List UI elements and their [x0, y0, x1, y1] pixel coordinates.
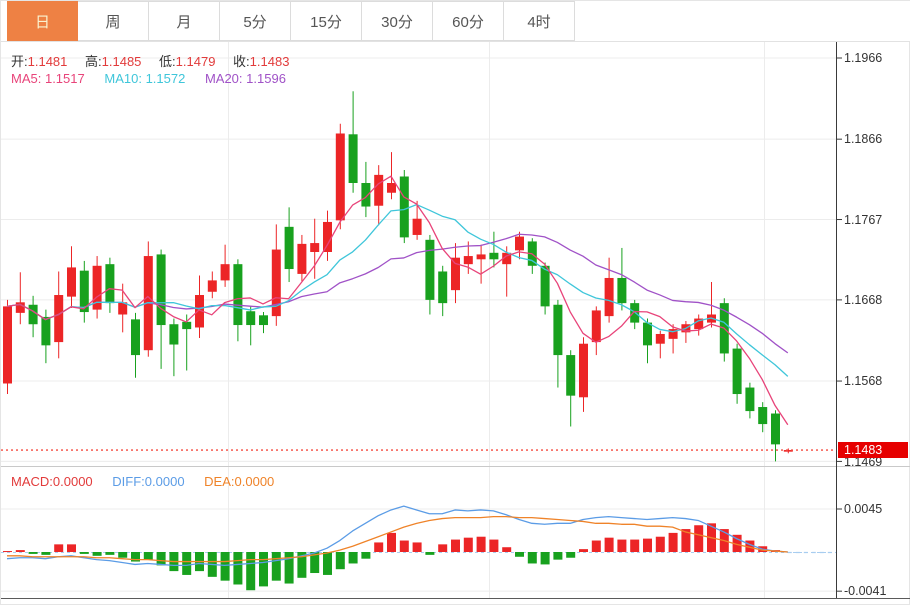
timeframe-toolbar: 日周月5分15分30分60分4时	[1, 1, 910, 42]
candlestick-chart-canvas[interactable]	[1, 1, 910, 606]
tab-5min[interactable]: 5分	[220, 1, 291, 41]
tab-4hour[interactable]: 4时	[504, 1, 575, 41]
low-value: 1.1479	[176, 54, 216, 69]
y-axis-label: 1.1568	[844, 374, 882, 388]
close-label: 收:	[233, 54, 250, 69]
ohlc-legend: 开:1.1481 高:1.1485 低:1.1479 收:1.1483	[11, 51, 303, 70]
open-value: 1.1481	[28, 54, 68, 69]
dea-value: DEA:0.0000	[204, 474, 274, 489]
macd-legend: MACD:0.0000 DIFF:0.0000 DEA:0.0000	[11, 474, 274, 489]
tab-week[interactable]: 周	[78, 1, 149, 41]
tab-30min[interactable]: 30分	[362, 1, 433, 41]
ma10-legend: MA10: 1.1572	[104, 71, 185, 86]
tab-day[interactable]: 日	[7, 1, 78, 41]
high-label: 高:	[85, 54, 102, 69]
close-value: 1.1483	[250, 54, 290, 69]
macd-y-axis-label: -0.0041	[844, 584, 886, 598]
macd-y-axis-label: 0.0045	[844, 502, 882, 516]
high-value: 1.1485	[102, 54, 142, 69]
open-label: 开:	[11, 54, 28, 69]
ma20-legend: MA20: 1.1596	[205, 71, 286, 86]
y-axis-label: 1.1966	[844, 51, 882, 65]
y-axis-label: 1.1767	[844, 213, 882, 227]
ma5-legend: MA5: 1.1517	[11, 71, 85, 86]
tab-month[interactable]: 月	[149, 1, 220, 41]
tab-15min[interactable]: 15分	[291, 1, 362, 41]
y-axis-label: 1.1866	[844, 132, 882, 146]
low-label: 低:	[159, 54, 176, 69]
diff-value: DIFF:0.0000	[112, 474, 184, 489]
y-axis-label: 1.1668	[844, 293, 882, 307]
ma-legend: MA5: 1.1517 MA10: 1.1572 MA20: 1.1596	[11, 71, 286, 86]
current-price-badge: 1.1483	[838, 442, 908, 458]
macd-value: MACD:0.0000	[11, 474, 93, 489]
trading-app: { "toolbar": { "tabs": [ {"name":"day","…	[0, 0, 910, 605]
tab-60min[interactable]: 60分	[433, 1, 504, 41]
